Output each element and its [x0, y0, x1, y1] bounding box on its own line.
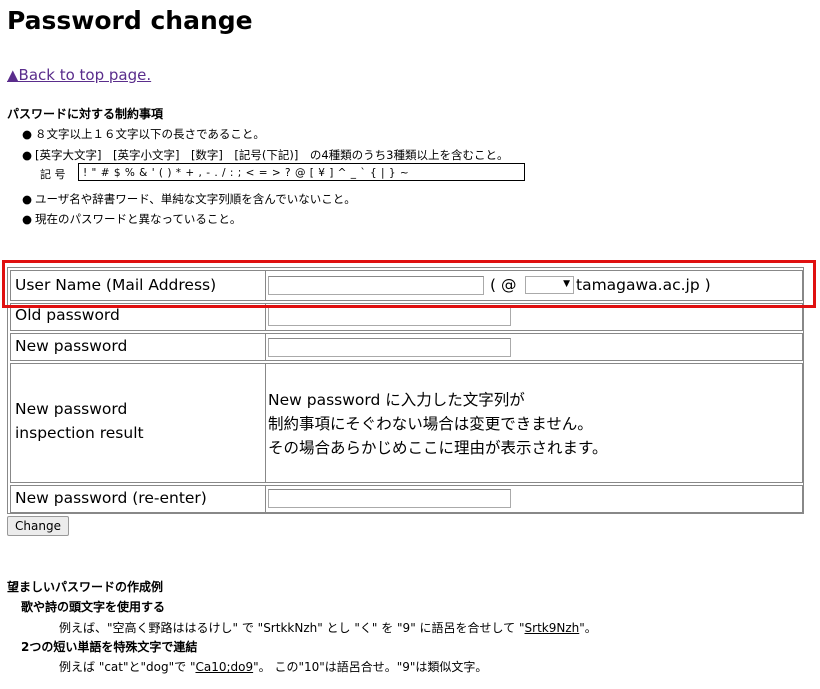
rule-item: ● ８文字以上１６文字以下の長さであること。	[22, 126, 265, 142]
bullet-icon: ●	[22, 148, 33, 162]
bullet-icon: ●	[22, 127, 33, 141]
example1-password: Srtk9Nzh	[524, 621, 580, 635]
reenter-password-input[interactable]	[268, 489, 511, 508]
rule-item: ● 現在のパスワードと異なっていること。	[22, 211, 241, 227]
new-password-label-cell: New password	[10, 333, 266, 361]
page-title: Password change	[7, 6, 253, 35]
new-password-label: New password	[15, 337, 128, 355]
example1-title: 歌や詩の頭文字を使用する	[21, 600, 166, 614]
old-password-input[interactable]	[268, 307, 511, 326]
rule-text: [英字大文字] [英字小文字] [数字] [記号(下記)] の4種類のうち3種類…	[35, 148, 509, 162]
inspection-text-line: その場合あらかじめここに理由が表示されます。	[268, 439, 608, 457]
rule-text: ユーザ名や辞書ワード、単純な文字列順を含んでいないこと。	[35, 192, 356, 206]
example1-post: "。	[579, 621, 597, 635]
reenter-label: New password (re-enter)	[15, 489, 207, 507]
inspection-text-line: 制約事項にそぐわない場合は変更できません。	[268, 415, 593, 433]
old-password-label: Old password	[15, 306, 120, 324]
example2-password: Ca10;do9	[195, 660, 254, 674]
symbols-box: ! " # $ % & ' ( ) * + , - . / : ; < = > …	[78, 163, 525, 181]
new-password-value-cell	[265, 333, 803, 361]
inspection-result-cell: New password に入力した文字列が 制約事項にそぐわない場合は変更でき…	[265, 363, 803, 483]
inspection-label-line2: inspection result	[15, 424, 144, 442]
reenter-value-cell	[265, 485, 803, 513]
inspection-text-line: New password に入力した文字列が	[268, 391, 525, 409]
example1-text: 例えば、"空高く野路ははるけし" で "SrtkkNzh" とし "く" を "…	[59, 619, 597, 636]
examples-heading: 望ましいパスワードの作成例	[7, 580, 164, 594]
highlight-box	[2, 260, 816, 308]
change-button[interactable]: Change	[7, 516, 69, 536]
bullet-icon: ●	[22, 192, 33, 206]
inspection-label-line1: New password	[15, 400, 128, 418]
new-password-input[interactable]	[268, 338, 511, 357]
example1-pre: 例えば、"空高く野路ははるけし" で "SrtkkNzh" とし "く" を "…	[59, 621, 525, 635]
example2-text: 例えば "cat"と"dog"で "Ca10;do9"。 この"10"は語呂合せ…	[59, 658, 487, 675]
example2-title: 2つの短い単語を特殊文字で連結	[21, 640, 198, 654]
reenter-label-cell: New password (re-enter)	[10, 485, 266, 513]
back-to-top-link[interactable]: ▲Back to top page.	[7, 66, 151, 84]
rules-heading: パスワードに対する制約事項	[7, 107, 164, 121]
example2-pre: 例えば "cat"と"dog"で "	[59, 660, 196, 674]
bullet-icon: ●	[22, 212, 33, 226]
inspection-label-cell: New password inspection result	[10, 363, 266, 483]
rule-item: ● [英字大文字] [英字小文字] [数字] [記号(下記)] の4種類のうち3種…	[22, 147, 509, 163]
rule-text: ８文字以上１６文字以下の長さであること。	[35, 127, 265, 141]
symbols-label: 記 号	[40, 168, 66, 181]
rule-item: ● ユーザ名や辞書ワード、単純な文字列順を含んでいないこと。	[22, 191, 356, 207]
rule-text: 現在のパスワードと異なっていること。	[35, 212, 242, 226]
example2-post: "。 この"10"は語呂合せ。"9"は類似文字。	[253, 660, 488, 674]
